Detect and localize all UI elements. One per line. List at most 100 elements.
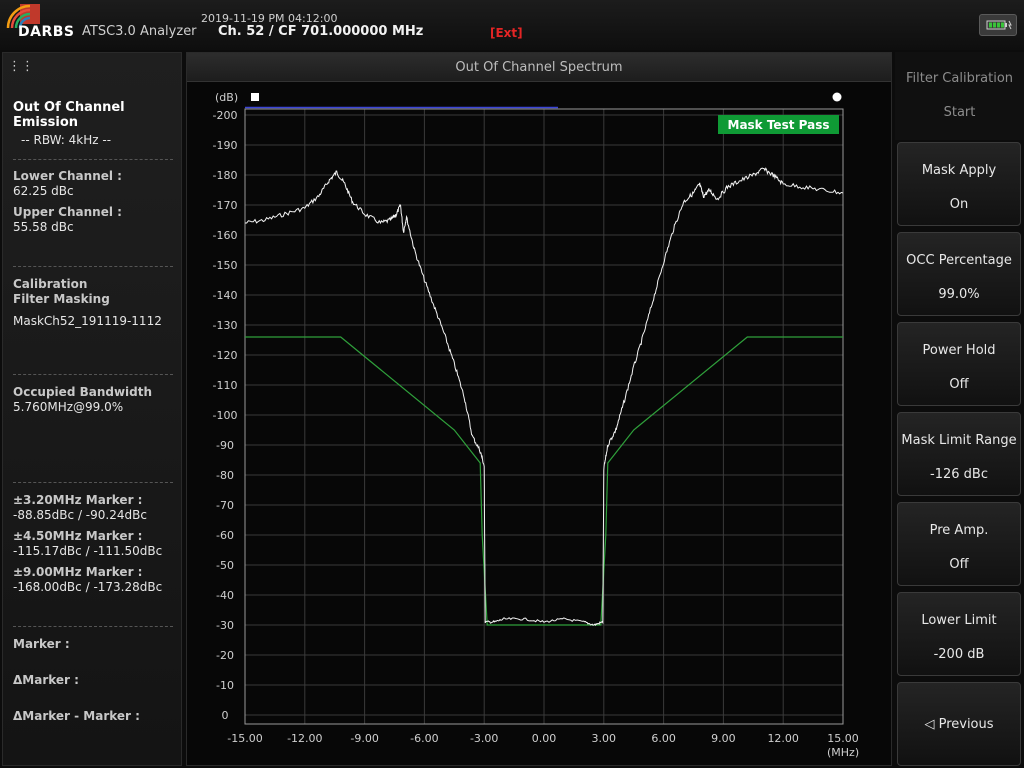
left-marker-square-icon[interactable] bbox=[251, 93, 259, 101]
filter-calibration-button[interactable]: Filter Calibration Start bbox=[895, 52, 1024, 140]
y-tick-label: -50 bbox=[216, 559, 234, 572]
y-tick-label: -180 bbox=[213, 169, 238, 182]
marker-3-20-value: -88.85dBc / -90.24dBc bbox=[13, 508, 147, 522]
x-tick-label: 12.00 bbox=[767, 732, 799, 745]
lower-limit-label: Lower Limit bbox=[921, 613, 997, 628]
previous-button[interactable]: ◁ Previous bbox=[897, 682, 1021, 766]
x-tick-label: -3.00 bbox=[470, 732, 498, 745]
y-tick-label: -170 bbox=[213, 199, 238, 212]
upper-channel-label: Upper Channel : bbox=[13, 205, 122, 219]
marker-4-50-label: ±4.50MHz Marker : bbox=[13, 529, 143, 543]
mask-name: MaskCh52_191119-1112 bbox=[13, 314, 162, 328]
mask-limit-range-button[interactable]: Mask Limit Range -126 dBc bbox=[897, 412, 1021, 496]
y-tick-label: 0 bbox=[222, 709, 229, 722]
lower-channel-value: 62.25 dBc bbox=[13, 184, 74, 198]
x-tick-label: 6.00 bbox=[651, 732, 676, 745]
y-tick-label: -200 bbox=[213, 109, 238, 122]
right-marker-circle-icon[interactable] bbox=[832, 92, 842, 102]
panel-title-line: Out Of Channel Emission bbox=[13, 100, 125, 130]
y-tick-label: -60 bbox=[216, 529, 234, 542]
x-tick-label: -6.00 bbox=[410, 732, 438, 745]
filter-masking-label: Filter Masking bbox=[13, 292, 110, 306]
y-tick-label: -140 bbox=[213, 289, 238, 302]
x-tick-label: -9.00 bbox=[350, 732, 378, 745]
occ-percentage-value: 99.0% bbox=[938, 287, 980, 302]
pre-amp-button[interactable]: Pre Amp. Off bbox=[897, 502, 1021, 586]
power-hold-value: Off bbox=[949, 377, 969, 392]
power-hold-label: Power Hold bbox=[922, 343, 996, 358]
previous-label: ◁ Previous bbox=[924, 717, 994, 732]
marker-9-00-label: ±9.00MHz Marker : bbox=[13, 565, 143, 579]
marker-9-00-value: -168.00dBc / -173.28dBc bbox=[13, 580, 163, 594]
channel-info: Ch. 52 / CF 701.000000 MHz bbox=[218, 24, 424, 39]
calibration-label: Calibration bbox=[13, 277, 88, 291]
header-bar: DARBS ATSC3.0 Analyzer 2019-11-19 PM 04:… bbox=[0, 0, 1024, 50]
pre-amp-value: Off bbox=[949, 557, 969, 572]
battery-icon bbox=[979, 14, 1017, 36]
separator bbox=[13, 482, 173, 483]
y-tick-label: -30 bbox=[216, 619, 234, 632]
upper-channel-value: 55.58 dBc bbox=[13, 220, 74, 234]
marker-3-20-label: ±3.20MHz Marker : bbox=[13, 493, 143, 507]
x-tick-label: -12.00 bbox=[287, 732, 322, 745]
grid bbox=[244, 109, 844, 724]
y-tick-label: -70 bbox=[216, 499, 234, 512]
power-hold-button[interactable]: Power Hold Off bbox=[897, 322, 1021, 406]
separator bbox=[13, 374, 173, 375]
x-tick-label: 0.00 bbox=[532, 732, 557, 745]
lower-limit-value: -200 dB bbox=[933, 647, 985, 662]
mask-test-badge: Mask Test Pass bbox=[718, 115, 839, 134]
x-axis-unit-label: (MHz) bbox=[827, 746, 859, 759]
x-tick-label: 3.00 bbox=[592, 732, 617, 745]
y-tick-label: -160 bbox=[213, 229, 238, 242]
x-tick-label: -15.00 bbox=[227, 732, 262, 745]
ext-tag: [Ext] bbox=[490, 26, 523, 40]
delta-marker-minus-marker-label: ΔMarker - Marker : bbox=[13, 709, 140, 723]
occ-percentage-button[interactable]: OCC Percentage 99.0% bbox=[897, 232, 1021, 316]
y-tick-label: -130 bbox=[213, 319, 238, 332]
mask-apply-button[interactable]: Mask Apply On bbox=[897, 142, 1021, 226]
separator bbox=[13, 266, 173, 267]
lower-channel-label: Lower Channel : bbox=[13, 169, 122, 183]
y-tick-label: -190 bbox=[213, 139, 238, 152]
app-title: ATSC3.0 Analyzer bbox=[82, 24, 197, 39]
mask-limit-range-label: Mask Limit Range bbox=[901, 433, 1017, 448]
occupied-bandwidth-label: Occupied Bandwidth bbox=[13, 385, 153, 399]
filter-calibration-value: Start bbox=[943, 105, 976, 120]
y-tick-label: -90 bbox=[216, 439, 234, 452]
rbw-label: -- RBW: 4kHz -- bbox=[21, 133, 112, 147]
delta-marker-label: ΔMarker : bbox=[13, 673, 79, 687]
y-tick-label: -120 bbox=[213, 349, 238, 362]
y-tick-label: -110 bbox=[213, 379, 238, 392]
y-tick-label: -80 bbox=[216, 469, 234, 482]
mask-apply-value: On bbox=[949, 197, 969, 212]
marker-4-50-value: -115.17dBc / -111.50dBc bbox=[13, 544, 163, 558]
logo-text: DARBS bbox=[18, 24, 75, 40]
x-tick-labels: -15.00 -12.00 -9.00 -6.00 -3.00 0.00 3.00 6.00 9… bbox=[227, 732, 858, 745]
y-tick-label: -40 bbox=[216, 589, 234, 602]
separator bbox=[13, 159, 173, 160]
drag-handle-icon[interactable]: ⋮⋮ bbox=[8, 59, 34, 74]
lower-limit-button[interactable]: Lower Limit -200 dB bbox=[897, 592, 1021, 676]
x-tick-label: 15.00 bbox=[827, 732, 859, 745]
measurement-panel: ⋮⋮ Out Of Channel Emission -- RBW: 4kHz … bbox=[2, 52, 182, 766]
separator bbox=[13, 626, 173, 627]
y-tick-label: -20 bbox=[216, 649, 234, 662]
x-tick-label: 9.00 bbox=[711, 732, 736, 745]
occupied-bandwidth-value: 5.760MHz@99.0% bbox=[13, 400, 124, 414]
y-tick-label: -150 bbox=[213, 259, 238, 272]
marker-label: Marker : bbox=[13, 637, 70, 651]
filter-calibration-label: Filter Calibration bbox=[905, 71, 1014, 86]
y-tick-labels: 0 -10 -20 -30 -40 -50 -60 -70 -80 -90 -100 -110 -120… bbox=[213, 109, 238, 722]
mask-apply-label: Mask Apply bbox=[921, 163, 997, 178]
battery-graphic bbox=[986, 20, 1012, 30]
spectrum-panel: Out Of Channel Spectrum 0 -10 -20 -30 -40 -50… bbox=[186, 52, 892, 766]
mask-test-badge-label: Mask Test Pass bbox=[728, 118, 830, 132]
y-tick-label: -10 bbox=[216, 679, 234, 692]
y-tick-label: -100 bbox=[213, 409, 238, 422]
spectrum-chart[interactable]: 0 -10 -20 -30 -40 -50 -60 -70 -80 -90 -100 -110 -120… bbox=[187, 53, 891, 765]
mask-limit-range-value: -126 dBc bbox=[930, 467, 988, 482]
softkey-panel: Filter Calibration Start Mask Apply On O… bbox=[895, 52, 1024, 768]
occ-percentage-label: OCC Percentage bbox=[906, 253, 1012, 268]
pre-amp-label: Pre Amp. bbox=[929, 523, 989, 538]
